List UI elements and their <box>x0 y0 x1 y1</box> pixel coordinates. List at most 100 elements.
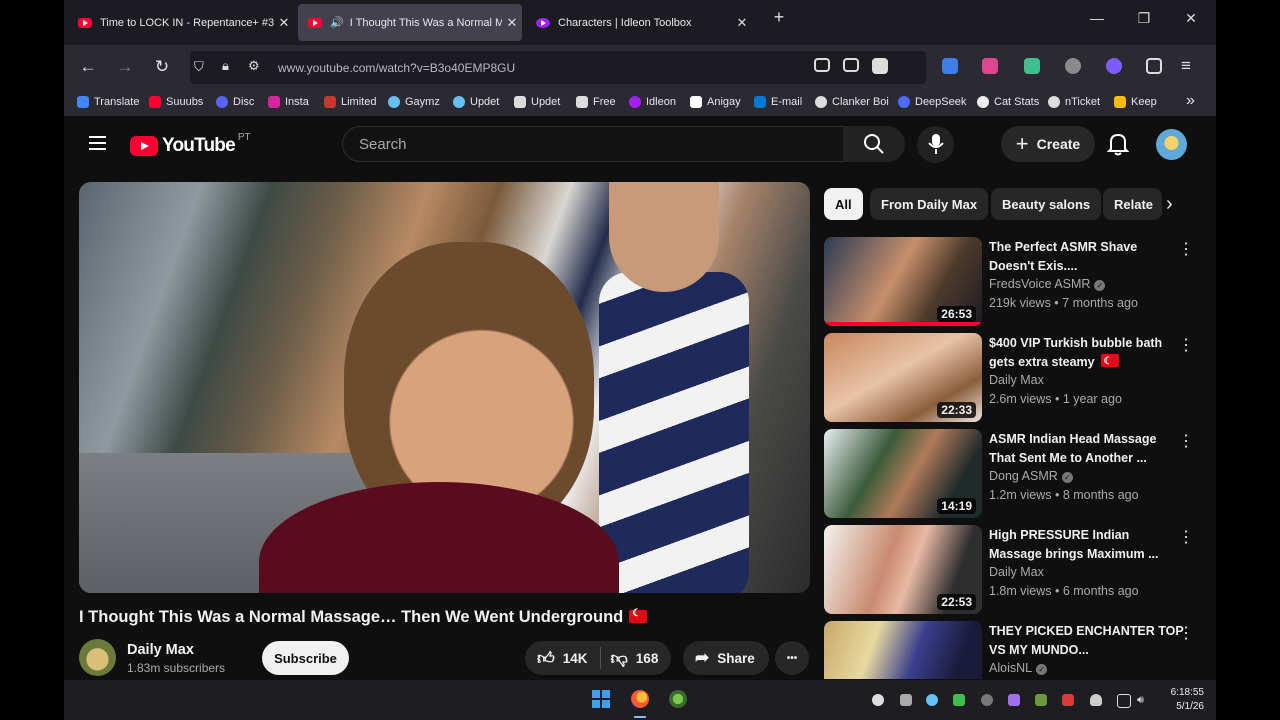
channel-avatar[interactable] <box>79 639 116 676</box>
close-tab-icon[interactable]: ✕ <box>502 15 522 31</box>
bookmark-nticket[interactable]: nTicket <box>1048 96 1100 108</box>
recommendation-item[interactable]: 26:53 The Perfect ASMR Shave Doesn't Exi… <box>824 237 1204 327</box>
tab-repentance[interactable]: Time to LOCK IN - Repentance+ #388 ✕ <box>68 4 294 41</box>
bookmark-deepseek[interactable]: DeepSeek <box>898 96 966 108</box>
bookmark-updet-2[interactable]: Updet <box>514 96 560 108</box>
video-thumbnail[interactable]: 22:33 <box>824 333 982 422</box>
forward-button[interactable]: → <box>113 57 137 77</box>
bookmark-updet-1[interactable]: Updet <box>453 96 499 108</box>
bookmark-email[interactable]: E-mail <box>754 96 802 108</box>
more-actions-button[interactable]: ••• <box>775 641 809 675</box>
extension-music-icon[interactable] <box>1024 58 1040 74</box>
lock-icon[interactable]: 🔒︎ <box>222 58 229 74</box>
url-text[interactable]: www.youtube.com/watch?v=B3o40EMP8GU <box>278 61 515 75</box>
search-input[interactable]: Search <box>342 126 844 162</box>
firefox-icon[interactable] <box>631 690 649 708</box>
close-window-button[interactable]: ✕ <box>1176 10 1206 27</box>
recommendation-title[interactable]: $400 VIP Turkish bubble bath gets extra … <box>989 334 1185 372</box>
user-avatar[interactable] <box>1156 129 1187 160</box>
recommendation-item[interactable]: 22:53 High PRESSURE Indian Massage bring… <box>824 525 1204 615</box>
volume-icon[interactable]: 🔊︎ <box>1137 694 1149 706</box>
dislike-count[interactable]: 168 <box>636 651 659 666</box>
tray-app-icon[interactable] <box>1035 694 1047 706</box>
bookmark-gaymz[interactable]: Gaymz <box>388 96 440 108</box>
like-count[interactable]: 14K <box>563 651 588 666</box>
video-thumbnail[interactable]: 26:53 <box>824 237 982 326</box>
speaker-icon[interactable]: 🔊 <box>330 16 344 29</box>
youtube-logo[interactable]: YouTube PT <box>130 132 251 157</box>
reload-button[interactable]: ↻ <box>150 57 174 77</box>
microphone-tray-icon[interactable] <box>1090 694 1102 706</box>
recommendation-channel[interactable]: FredsVoice ASMR ✓ <box>989 277 1106 291</box>
video-thumbnail[interactable]: 14:19 <box>824 429 982 518</box>
download-icon[interactable] <box>843 58 859 72</box>
close-tab-icon[interactable]: ✕ <box>732 15 752 31</box>
video-thumbnail[interactable] <box>824 621 982 679</box>
recommendation-channel[interactable]: Daily Max <box>989 373 1044 387</box>
kebab-menu-icon[interactable]: ⋮ <box>1178 623 1194 643</box>
hamburger-menu-icon[interactable] <box>89 136 106 150</box>
voice-search-button[interactable] <box>917 126 954 163</box>
permissions-icon[interactable]: ⚙ <box>248 58 260 74</box>
bookmark-anigay[interactable]: Anigay <box>690 96 741 108</box>
subscribe-button[interactable]: Subscribe <box>262 641 349 675</box>
menu-icon[interactable]: ≡ <box>1181 56 1191 76</box>
extension-translate-icon[interactable] <box>942 58 958 74</box>
recommendation-item[interactable]: 22:33 $400 VIP Turkish bubble bath gets … <box>824 333 1204 423</box>
tray-app-icon[interactable] <box>981 694 993 706</box>
bookmark-keep[interactable]: Keep <box>1114 96 1157 108</box>
close-tab-icon[interactable]: ✕ <box>274 15 294 31</box>
bookmark-free[interactable]: Free <box>576 96 616 108</box>
recommendation-title[interactable]: ASMR Indian Head Massage That Sent Me to… <box>989 430 1185 468</box>
bookmark-insta[interactable]: Insta <box>268 96 309 108</box>
kebab-menu-icon[interactable]: ⋮ <box>1178 527 1194 547</box>
tray-app-icon[interactable] <box>1062 694 1074 706</box>
recommendation-channel[interactable]: Dong ASMR ✓ <box>989 469 1073 483</box>
tray-app-icon[interactable] <box>953 694 965 706</box>
search-button[interactable] <box>843 126 905 162</box>
recommendation-item[interactable]: 14:19 ASMR Indian Head Massage That Sent… <box>824 429 1204 519</box>
bookmark-clanker-boi[interactable]: Clanker Boi <box>815 96 889 108</box>
recommendation-channel[interactable]: Daily Max <box>989 565 1044 579</box>
tray-app-icon[interactable] <box>900 694 912 706</box>
recommendation-title[interactable]: High PRESSURE Indian Massage brings Maxi… <box>989 526 1185 564</box>
bookmark-limited[interactable]: Limited <box>324 96 376 108</box>
bookmark-cat-stats[interactable]: Cat Stats <box>977 96 1039 108</box>
recommendation-item[interactable]: THEY PICKED ENCHANTER TOP VS MY MUNDO...… <box>824 621 1204 679</box>
recommendation-title[interactable]: The Perfect ASMR Shave Doesn't Exis.... <box>989 238 1185 276</box>
taskbar-clock[interactable]: 6:18:55 5/1/26 <box>1158 686 1204 714</box>
video-thumbnail[interactable]: 22:53 <box>824 525 982 614</box>
chip-all[interactable]: All <box>824 188 863 220</box>
back-button[interactable]: ← <box>76 57 100 77</box>
maximize-button[interactable]: ❐ <box>1129 10 1159 27</box>
like-icon[interactable]: 👍︎ <box>537 648 555 669</box>
shield-icon[interactable]: ⛉ <box>194 59 204 75</box>
extensions-puzzle-icon[interactable] <box>1146 58 1162 74</box>
video-extension-icon[interactable] <box>872 58 888 74</box>
video-player[interactable] <box>79 182 810 593</box>
dislike-icon[interactable]: 👎︎ <box>611 648 628 669</box>
steam-tray-icon[interactable] <box>926 694 938 706</box>
tab-idleon-toolbox[interactable]: Characters | Idleon Toolbox ✕ <box>526 4 752 41</box>
bookmark-translate[interactable]: Translate <box>77 96 139 108</box>
windows-start-icon[interactable] <box>592 690 610 708</box>
share-button[interactable]: ➦ Share <box>683 641 769 675</box>
channel-name[interactable]: Daily Max <box>127 642 194 658</box>
minimize-button[interactable]: — <box>1082 10 1112 26</box>
more-bookmarks-button[interactable]: » <box>1186 92 1195 110</box>
tray-app-icon[interactable] <box>1008 694 1020 706</box>
extension-block-icon[interactable] <box>1106 58 1122 74</box>
bookmark-idleon[interactable]: Idleon <box>629 96 676 108</box>
tab-current-video[interactable]: 🔊 I Thought This Was a Normal Ma ✕ <box>298 4 522 41</box>
kebab-menu-icon[interactable]: ⋮ <box>1178 431 1194 451</box>
game-app-icon[interactable] <box>669 690 687 708</box>
picture-in-picture-icon[interactable] <box>814 58 830 72</box>
create-button[interactable]: + Create <box>1001 126 1095 162</box>
discord-tray-icon[interactable] <box>872 694 884 706</box>
notifications-bell-icon[interactable] <box>1107 131 1129 157</box>
extension-glasses-icon[interactable] <box>1065 58 1081 74</box>
bookmark-disc[interactable]: Disc <box>216 96 254 108</box>
bookmark-suuubs[interactable]: Suuubs <box>149 96 203 108</box>
kebab-menu-icon[interactable]: ⋮ <box>1178 335 1194 355</box>
chips-next-chevron-icon[interactable]: › <box>1166 193 1173 216</box>
